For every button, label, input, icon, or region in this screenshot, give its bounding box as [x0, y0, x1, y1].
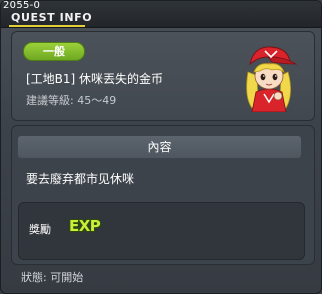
window-id: 2055-0	[3, 0, 41, 11]
quest-name: [工地B1] 休咪丟失的金币	[26, 72, 164, 86]
title-bar[interactable]: 2055-0 QUEST INFO	[1, 1, 321, 28]
quest-content-panel: 內容 要去廢弃都市见休咪 獎勵 EXP	[11, 125, 315, 265]
content-text: 要去廢弃都市见休咪	[26, 172, 135, 186]
quest-category-badge: 一般	[23, 42, 85, 61]
exp-icon[interactable]: EXP	[69, 217, 101, 235]
quest-info-window: 2055-0 QUEST INFO 一般 [工地B1] 休咪丟失的金币 建議等級…	[0, 0, 322, 294]
window-title: QUEST INFO	[11, 11, 93, 24]
content-header: 內容	[18, 136, 301, 158]
reward-box: 獎勵 EXP	[18, 202, 305, 260]
npc-portrait-icon	[246, 46, 298, 112]
quest-summary-panel: 一般 [工地B1] 休咪丟失的金币 建議等級: 45～49	[11, 31, 315, 121]
title-underline	[9, 25, 85, 27]
quest-status: 狀態: 可開始	[21, 271, 84, 284]
level-requirement: 建議等級: 45～49	[26, 94, 117, 107]
reward-label: 獎勵	[29, 223, 51, 236]
